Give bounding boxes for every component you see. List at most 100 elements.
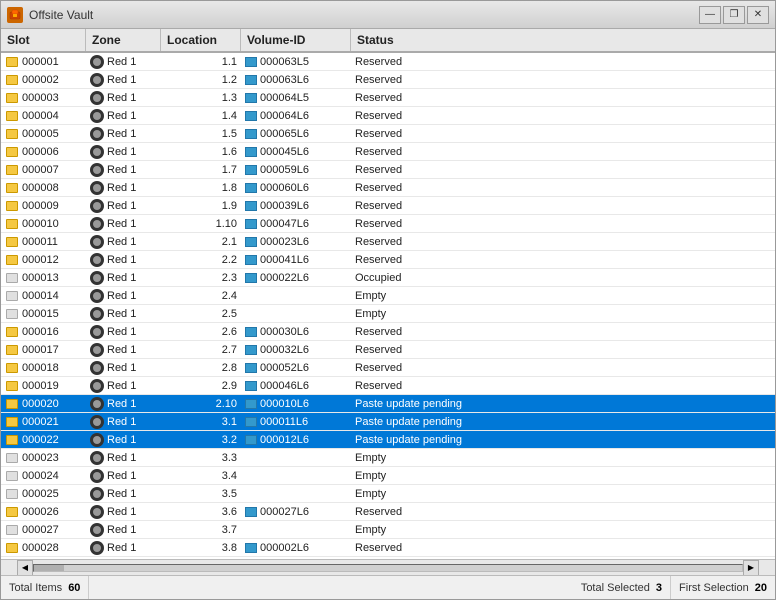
table-row[interactable]: 000028Red 13.8000002L6Reserved [1,539,775,557]
cell-status: Paste update pending [351,431,775,448]
scrollbar-thumb[interactable] [34,565,64,571]
table-row[interactable]: 000025Red 13.5Empty [1,485,775,503]
app-icon [7,7,23,23]
table-body[interactable]: 000001Red 11.1000063L5Reserved000002Red … [1,53,775,559]
volume-icon [245,381,257,391]
cell-volume-id: 000052L6 [241,359,351,376]
cell-volume-id: 000060L6 [241,179,351,196]
cell-slot: 000016 [1,323,86,340]
volume-id-text: 000022L6 [260,272,309,284]
volume-id-text: 000047L6 [260,218,309,230]
cell-location: 2.8 [161,359,241,376]
cell-volume-id: 000065L6 [241,125,351,142]
zone-icon [90,163,104,177]
volume-id-text: 000052L6 [260,362,309,374]
cell-slot: 000003 [1,89,86,106]
zone-name: Red 1 [107,308,136,320]
table-row[interactable]: 000007Red 11.7000059L6Reserved [1,161,775,179]
slot-number: 000022 [22,434,59,446]
zone-icon [90,145,104,159]
table-row[interactable]: 000006Red 11.6000045L6Reserved [1,143,775,161]
table-row[interactable]: 000015Red 12.5Empty [1,305,775,323]
cell-status: Empty [351,449,775,466]
cell-location: 3.8 [161,539,241,556]
table-row[interactable]: 000013Red 12.3000022L6Occupied [1,269,775,287]
cell-status: Reserved [351,215,775,232]
zone-name: Red 1 [107,470,136,482]
zone-name: Red 1 [107,434,136,446]
table-row[interactable]: 000021Red 13.1000011L6Paste update pendi… [1,413,775,431]
cell-status: Reserved [351,233,775,250]
cell-location: 2.9 [161,377,241,394]
table-row[interactable]: 000003Red 11.3000064L5Reserved [1,89,775,107]
cell-slot: 000022 [1,431,86,448]
zone-icon [90,91,104,105]
cell-volume-id: 000045L6 [241,143,351,160]
table-row[interactable]: 000027Red 13.7Empty [1,521,775,539]
volume-icon [245,219,257,229]
close-button[interactable]: ✕ [747,6,769,24]
zone-icon [90,379,104,393]
table-row[interactable]: 000023Red 13.3Empty [1,449,775,467]
tape-icon [5,163,19,177]
volume-icon [245,57,257,67]
slot-number: 000009 [22,200,59,212]
tape-icon [5,145,19,159]
zone-icon [90,127,104,141]
table-row[interactable]: 000020Red 12.10000010L6Paste update pend… [1,395,775,413]
table-row[interactable]: 000005Red 11.5000065L6Reserved [1,125,775,143]
cell-slot: 000002 [1,71,86,88]
window-title: Offsite Vault [29,8,699,22]
table-row[interactable]: 000016Red 12.6000030L6Reserved [1,323,775,341]
maximize-button[interactable]: ❐ [723,6,745,24]
horizontal-scrollbar[interactable]: ◀ ▶ [1,559,775,575]
cell-zone: Red 1 [86,323,161,340]
table-row[interactable]: 000010Red 11.10000047L6Reserved [1,215,775,233]
zone-name: Red 1 [107,344,136,356]
tape-icon [5,541,19,555]
zone-name: Red 1 [107,488,136,500]
table-row[interactable]: 000008Red 11.8000060L6Reserved [1,179,775,197]
cell-slot: 000024 [1,467,86,484]
cell-volume-id [241,485,351,502]
cell-slot: 000014 [1,287,86,304]
table-row[interactable]: 000001Red 11.1000063L5Reserved [1,53,775,71]
table-row[interactable]: 000017Red 12.7000032L6Reserved [1,341,775,359]
table-row[interactable]: 000026Red 13.6000027L6Reserved [1,503,775,521]
cell-slot: 000004 [1,107,86,124]
volume-id-text: 000039L6 [260,200,309,212]
tape-icon [5,253,19,267]
table-row[interactable]: 000004Red 11.4000064L6Reserved [1,107,775,125]
cell-location: 1.7 [161,161,241,178]
table-row[interactable]: 000009Red 11.9000039L6Reserved [1,197,775,215]
zone-icon [90,253,104,267]
table-row[interactable]: 000012Red 12.2000041L6Reserved [1,251,775,269]
cell-slot: 000006 [1,143,86,160]
cell-volume-id [241,449,351,466]
scroll-right-button[interactable]: ▶ [743,560,759,576]
cell-zone: Red 1 [86,431,161,448]
table-row[interactable]: 000011Red 12.1000023L6Reserved [1,233,775,251]
cell-status: Reserved [351,107,775,124]
cell-volume-id: 000027L6 [241,503,351,520]
cell-status: Reserved [351,71,775,88]
cell-slot: 000015 [1,305,86,322]
cell-location: 3.7 [161,521,241,538]
volume-id-text: 000010L6 [260,398,309,410]
cell-zone: Red 1 [86,269,161,286]
table-row[interactable]: 000022Red 13.2000012L6Paste update pendi… [1,431,775,449]
minimize-button[interactable]: — [699,6,721,24]
tape-icon [5,415,19,429]
volume-id-text: 000046L6 [260,380,309,392]
table-row[interactable]: 000019Red 12.9000046L6Reserved [1,377,775,395]
table-row[interactable]: 000024Red 13.4Empty [1,467,775,485]
cell-volume-id [241,287,351,304]
zone-icon [90,541,104,555]
scrollbar-track[interactable] [33,564,743,572]
table-row[interactable]: 000014Red 12.4Empty [1,287,775,305]
table-row[interactable]: 000002Red 11.2000063L6Reserved [1,71,775,89]
tape-icon [5,127,19,141]
slot-number: 000003 [22,92,59,104]
scroll-left-button[interactable]: ◀ [17,560,33,576]
table-row[interactable]: 000018Red 12.8000052L6Reserved [1,359,775,377]
